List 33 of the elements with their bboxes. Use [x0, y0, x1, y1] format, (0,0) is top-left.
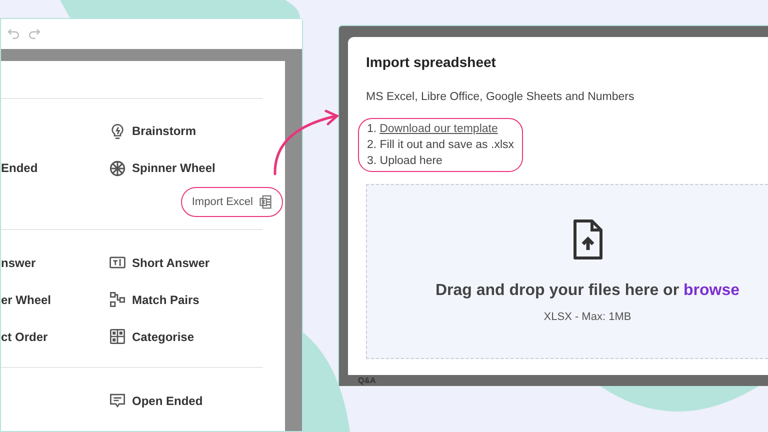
question-type-option[interactable]: Categorise: [109, 328, 194, 346]
dropzone-prompt: Drag and drop your files here or: [435, 282, 680, 299]
question-type-option[interactable]: ct Order: [1, 330, 48, 344]
speech-bubble-icon: [109, 392, 126, 409]
step-number: 1.: [367, 122, 377, 138]
dialog-title: Import spreadsheet: [366, 53, 497, 72]
lightbulb-icon: [109, 122, 126, 140]
file-limit-hint: XLSX - Max: 1MB: [544, 310, 632, 325]
connected-squares-icon: [109, 291, 126, 308]
question-type-option[interactable]: Ended: [1, 161, 38, 175]
grid-icon: [109, 328, 126, 345]
instruction-step: 3. Upload here: [367, 153, 514, 170]
download-template-link[interactable]: Download our template: [380, 121, 498, 138]
import-excel-button[interactable]: Import Excel: [192, 194, 272, 210]
question-type-option[interactable]: Match Pairs: [109, 290, 200, 308]
undo-icon[interactable]: [7, 27, 20, 40]
file-upload-icon: [572, 218, 604, 261]
question-type-option[interactable]: Open Ended: [109, 392, 203, 410]
wheel-icon: [109, 160, 126, 176]
spreadsheet-icon: [259, 194, 272, 209]
dialog-subtitle: MS Excel, Libre Office, Google Sheets and Numbers: [366, 90, 636, 105]
question-type-option[interactable]: nswer: [1, 256, 36, 270]
browse-link[interactable]: browse: [684, 282, 740, 299]
curved-arrow: [272, 108, 342, 176]
redo-icon[interactable]: [28, 27, 41, 40]
question-type-option[interactable]: Brainstorm: [109, 122, 196, 140]
q-and-a-item: Q&A: [358, 376, 376, 384]
file-dropzone[interactable]: Drag and drop your files here or browse XLSX - Max: 1MB: [366, 184, 768, 359]
instruction-step: 2. Fill it out and save as .xlsx: [367, 137, 514, 154]
question-type-option[interactable]: er Wheel: [1, 292, 52, 306]
question-type-option[interactable]: Short Answer: [109, 254, 210, 272]
text-field-icon: [109, 254, 126, 271]
question-type-option[interactable]: Spinner Wheel: [109, 159, 216, 177]
